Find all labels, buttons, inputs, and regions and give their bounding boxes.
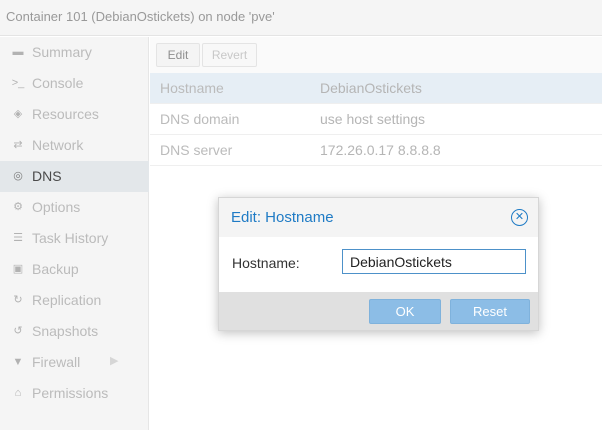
sidebar-item-dns[interactable]: ◎ DNS [0, 161, 149, 192]
sidebar: ▬ Summary >_ Console ◈ Resources ⇄ Netwo… [0, 37, 149, 430]
row-key: DNS server [160, 142, 233, 158]
sidebar-item-permissions[interactable]: ⌂ Permissions [0, 378, 149, 409]
sidebar-item-network[interactable]: ⇄ Network [0, 130, 149, 161]
sidebar-item-label: Firewall [32, 354, 81, 370]
sidebar-item-label: Replication [32, 292, 102, 308]
sidebar-item-options[interactable]: ⚙ Options [0, 192, 149, 223]
sidebar-item-label: DNS [32, 168, 62, 184]
row-value: 172.26.0.17 8.8.8.8 [320, 142, 441, 158]
table-row[interactable]: DNS domain use host settings [150, 104, 602, 135]
sidebar-item-task-history[interactable]: ☰ Task History [0, 223, 149, 254]
sidebar-item-label: Backup [32, 261, 79, 277]
close-icon[interactable]: ✕ [511, 209, 528, 226]
ok-button[interactable]: OK [369, 299, 441, 324]
sidebar-item-label: Summary [32, 44, 92, 60]
cube-icon: ◈ [13, 108, 23, 120]
sidebar-item-label: Snapshots [32, 323, 99, 339]
terminal-icon: >_ [11, 77, 25, 89]
hostname-input[interactable] [342, 249, 526, 274]
edit-button[interactable]: Edit [156, 43, 200, 67]
gear-icon: ⚙ [13, 201, 23, 213]
dialog-footer: OK Reset [219, 292, 538, 330]
list-icon: ☰ [13, 232, 23, 244]
sidebar-item-label: Permissions [32, 385, 109, 401]
dialog-header: Edit: Hostname ✕ [219, 198, 538, 237]
sidebar-item-label: Network [32, 137, 84, 153]
sidebar-item-label: Options [32, 199, 81, 215]
toolbar: Edit Revert [150, 37, 602, 73]
row-key: DNS domain [160, 111, 240, 127]
page-title: Container 101 (DebianOstickets) on node … [6, 9, 275, 24]
sidebar-item-replication[interactable]: ↻ Replication [0, 285, 149, 316]
table-row[interactable]: DNS server 172.26.0.17 8.8.8.8 [150, 135, 602, 166]
floppy-icon: ▣ [12, 263, 24, 275]
sidebar-item-snapshots[interactable]: ↺ Snapshots [0, 316, 149, 347]
edit-hostname-dialog: Edit: Hostname ✕ Hostname: OK Reset [218, 197, 539, 331]
row-key: Hostname [160, 80, 224, 96]
sidebar-item-resources[interactable]: ◈ Resources [0, 99, 149, 130]
globe-icon: ◎ [13, 170, 23, 182]
sidebar-item-backup[interactable]: ▣ Backup [0, 254, 149, 285]
title-bar: Container 101 (DebianOstickets) on node … [0, 0, 602, 36]
sidebar-item-console[interactable]: >_ Console [0, 68, 149, 99]
chevron-right-icon[interactable]: ▶ [110, 354, 118, 367]
shield-icon: ▼ [12, 356, 24, 368]
reset-button[interactable]: Reset [450, 299, 530, 324]
row-value: DebianOstickets [320, 80, 422, 96]
sidebar-item-label: Console [32, 75, 84, 91]
dialog-title: Edit: Hostname [231, 209, 334, 226]
revert-button[interactable]: Revert [202, 43, 257, 67]
sidebar-item-summary[interactable]: ▬ Summary [0, 37, 149, 68]
unlock-icon: ⌂ [14, 387, 22, 399]
exchange-icon: ⇄ [13, 139, 23, 151]
history-icon: ↺ [13, 325, 23, 337]
retweet-icon: ↻ [13, 294, 23, 306]
sidebar-item-label: Resources [32, 106, 99, 122]
row-value: use host settings [320, 111, 426, 127]
sidebar-item-label: Task History [32, 230, 109, 246]
dialog-body: Hostname: [219, 237, 538, 292]
dns-property-grid: Hostname DebianOstickets DNS domain use … [150, 73, 602, 166]
sidebar-item-firewall[interactable]: ▼ Firewall ▶ [0, 347, 149, 378]
document-icon: ▬ [12, 46, 24, 58]
hostname-label: Hostname: [232, 255, 300, 271]
table-row[interactable]: Hostname DebianOstickets [150, 73, 602, 104]
